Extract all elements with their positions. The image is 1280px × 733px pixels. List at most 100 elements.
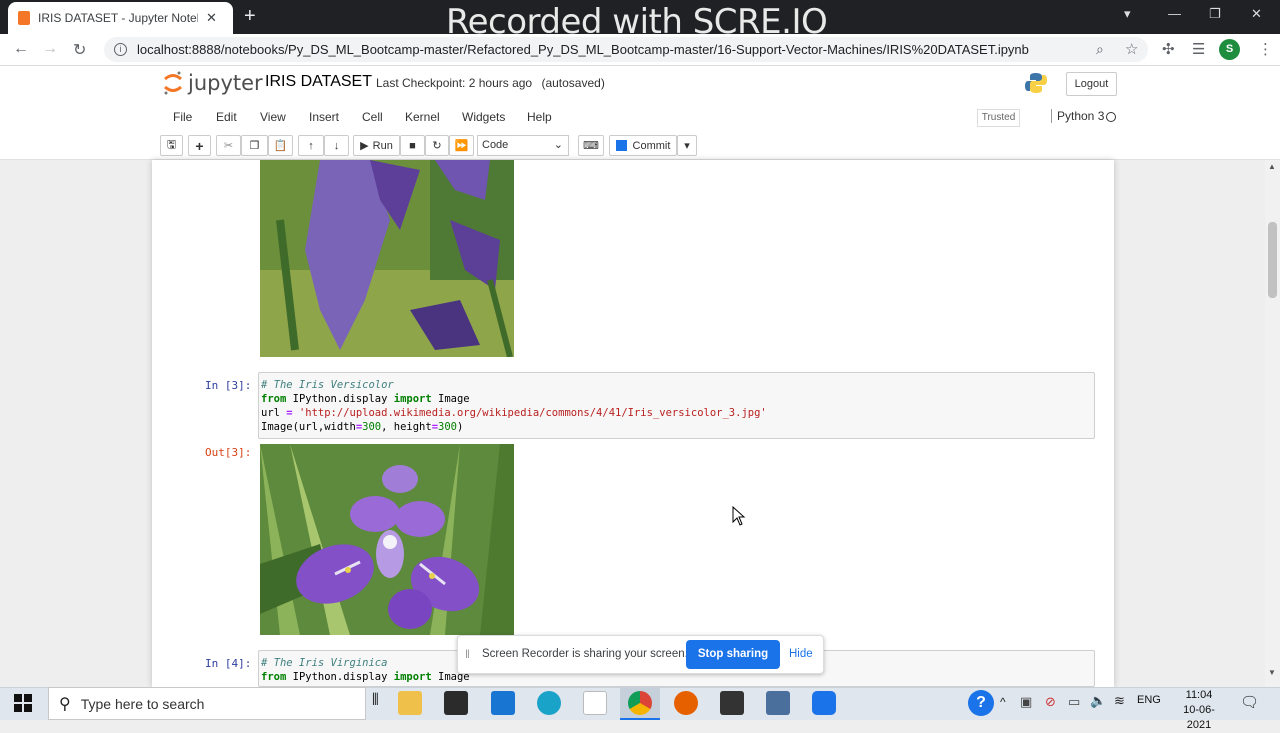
close-tab-icon[interactable]: ✕ xyxy=(206,10,217,26)
hide-button[interactable]: Hide xyxy=(789,648,813,660)
reload-icon[interactable]: ↻ xyxy=(73,40,86,60)
run-button[interactable]: ▶ Run xyxy=(353,135,400,156)
file-explorer-icon[interactable] xyxy=(398,691,422,715)
clock-time: 11:04 xyxy=(1185,689,1213,701)
zoom-icon[interactable]: ⌕ xyxy=(1096,41,1104,58)
kernel-name[interactable]: Python 3 xyxy=(1051,109,1104,123)
reading-list-icon[interactable]: ☰ xyxy=(1192,40,1205,58)
scroll-up-icon[interactable]: ▲ xyxy=(1268,162,1276,171)
move-down-icon[interactable]: ↓ xyxy=(324,135,349,156)
notifications-icon[interactable]: 🗨 xyxy=(1240,693,1259,711)
jupyter-logo-text[interactable]: jupyter xyxy=(188,71,263,95)
code-keyword: from xyxy=(261,671,287,683)
store-icon[interactable] xyxy=(444,691,468,715)
restart-run-all-icon[interactable]: ⏩ xyxy=(449,135,474,156)
cell3-code-input[interactable]: # The Iris Versicolor from IPython.displ… xyxy=(258,372,1095,439)
taskbar-clock[interactable]: 11:04 10-06-2021 xyxy=(1172,688,1226,733)
extensions-icon[interactable]: ✣ xyxy=(1162,40,1175,58)
commit-dropdown-icon[interactable]: ▾ xyxy=(677,135,697,156)
kernel-idle-indicator xyxy=(1106,112,1116,122)
command-palette-icon[interactable]: ⌨ xyxy=(578,135,604,156)
clock-date: 10-06-2021 xyxy=(1183,704,1215,731)
interrupt-icon[interactable]: ■ xyxy=(400,135,425,156)
code-number: 300 xyxy=(438,421,457,433)
forward-icon[interactable]: → xyxy=(42,40,58,58)
input-language[interactable]: ENG xyxy=(1137,694,1161,706)
minimize-icon[interactable]: — xyxy=(1168,6,1181,21)
battery-icon[interactable]: ▭ xyxy=(1068,694,1080,710)
cell4-in-prompt: In [4]: xyxy=(205,657,252,670)
move-up-icon[interactable]: ↑ xyxy=(298,135,324,156)
tab-search-icon[interactable]: ▾ xyxy=(1124,6,1131,22)
bookmark-star-icon[interactable]: ☆ xyxy=(1125,40,1138,58)
code-text: Image(url,width xyxy=(261,421,356,433)
app-window-icon[interactable] xyxy=(766,691,790,715)
menu-widgets[interactable]: Widgets xyxy=(462,110,505,124)
tab-title: IRIS DATASET - Jupyter Notebook xyxy=(38,11,198,25)
menu-kernel[interactable]: Kernel xyxy=(405,110,440,124)
mail-icon[interactable] xyxy=(491,691,515,715)
drag-handle-icon[interactable]: ‖ xyxy=(465,647,470,661)
code-text: Image xyxy=(431,393,470,405)
volume-icon[interactable]: 🔈 xyxy=(1090,693,1106,709)
commit-label: Commit xyxy=(632,139,671,152)
menu-cell[interactable]: Cell xyxy=(362,110,383,124)
wifi-icon[interactable]: ≋ xyxy=(1114,693,1125,709)
menu-view[interactable]: View xyxy=(260,110,286,124)
cell-type-select[interactable]: Code ⌄ xyxy=(477,135,569,156)
site-info-icon[interactable]: i xyxy=(114,43,127,56)
copy-icon[interactable]: ❐ xyxy=(241,135,268,156)
search-icon: ⚲ xyxy=(59,695,71,713)
new-tab-icon[interactable]: + xyxy=(244,6,256,26)
cut-icon[interactable]: ✂ xyxy=(216,135,241,156)
run-icon: ▶ xyxy=(360,140,369,152)
logout-button[interactable]: Logout xyxy=(1066,72,1117,96)
back-icon[interactable]: ← xyxy=(13,40,29,58)
jupyter-logo-icon[interactable] xyxy=(163,70,183,96)
paste-icon[interactable]: 📋 xyxy=(268,135,293,156)
terminal-icon[interactable] xyxy=(720,691,744,715)
cell-type-value: Code xyxy=(482,139,509,151)
help-icon[interactable]: ? xyxy=(968,690,994,716)
menu-edit[interactable]: Edit xyxy=(216,110,237,124)
tray-security-icon[interactable]: ⊘ xyxy=(1045,694,1056,710)
restart-icon[interactable]: ↻ xyxy=(425,135,449,156)
windows-start-icon[interactable] xyxy=(14,694,32,717)
firefox-icon[interactable] xyxy=(674,691,698,715)
stop-sharing-button[interactable]: Stop sharing xyxy=(686,640,780,669)
commit-button[interactable]: Commit xyxy=(609,135,677,156)
browser-tab[interactable]: IRIS DATASET - Jupyter Notebook ✕ xyxy=(8,2,233,34)
restore-icon[interactable]: ❐ xyxy=(1209,6,1221,22)
scroll-down-icon[interactable]: ▼ xyxy=(1268,668,1276,677)
trusted-badge[interactable]: Trusted xyxy=(977,109,1020,127)
address-bar[interactable]: i localhost:8888/notebooks/Py_DS_ML_Boot… xyxy=(104,37,1148,62)
code-text: IPython.display xyxy=(286,671,394,683)
menu-insert[interactable]: Insert xyxy=(309,110,339,124)
menu-help[interactable]: Help xyxy=(527,110,552,124)
code-text: IPython.display xyxy=(286,393,394,405)
chrome-icon[interactable] xyxy=(628,691,652,715)
task-view-icon[interactable]: ⫴ xyxy=(372,692,379,710)
edge-icon[interactable] xyxy=(537,691,561,715)
scrollbar-thumb[interactable] xyxy=(1268,222,1277,298)
notebook-title[interactable]: IRIS DATASET xyxy=(265,73,372,91)
share-message: Screen Recorder is sharing your screen. xyxy=(482,648,688,660)
chrome-menu-icon[interactable]: ⋮ xyxy=(1258,40,1273,58)
commit-icon xyxy=(615,140,627,151)
chevron-up-icon[interactable]: ^ xyxy=(1000,695,1006,709)
window-close-icon[interactable]: ✕ xyxy=(1251,6,1262,22)
notepad-icon[interactable] xyxy=(583,691,607,715)
profile-avatar[interactable]: S xyxy=(1219,39,1240,60)
chevron-down-icon: ⌄ xyxy=(553,139,563,151)
run-label: Run xyxy=(372,139,393,152)
tray-app-icon[interactable]: ▣ xyxy=(1020,694,1032,710)
url-text: localhost:8888/notebooks/Py_DS_ML_Bootca… xyxy=(137,42,1029,57)
code-comment: # The Iris Versicolor xyxy=(261,379,394,391)
save-icon[interactable]: 🖫 xyxy=(160,135,183,156)
taskbar-search-box[interactable]: ⚲ Type here to search xyxy=(48,687,366,720)
code-keyword: import xyxy=(393,393,432,405)
menu-file[interactable]: File xyxy=(173,110,192,124)
iris-setosa-image xyxy=(260,160,514,357)
insert-cell-icon[interactable]: + xyxy=(188,135,211,156)
screen-recorder-icon[interactable] xyxy=(812,691,836,715)
